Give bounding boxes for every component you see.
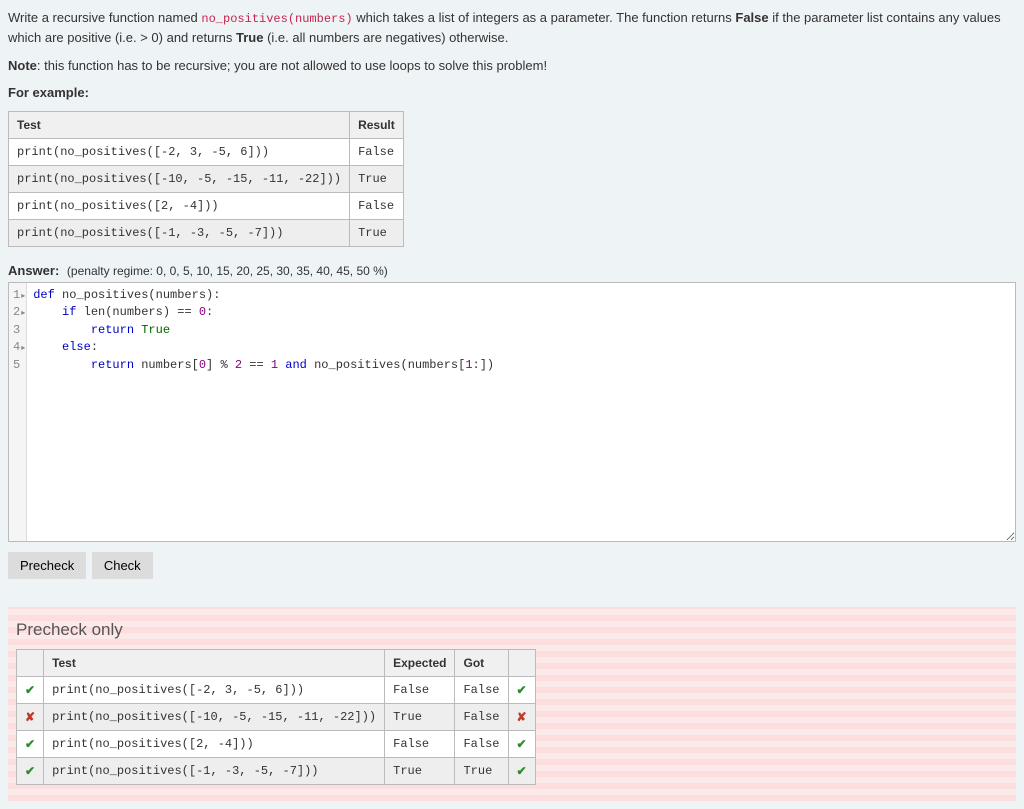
examples-table: Test Result print(no_positives([-2, 3, -… bbox=[8, 111, 404, 247]
result-test-cell: print(no_positives([-10, -5, -15, -11, -… bbox=[44, 703, 385, 730]
table-row: print(no_positives([-1, -3, -5, -7]))Tru… bbox=[9, 219, 404, 246]
code-editor[interactable]: 12345 def no_positives(numbers): if len(… bbox=[8, 282, 1016, 542]
example-test-cell: print(no_positives([-2, 3, -5, 6])) bbox=[9, 138, 350, 165]
note-line: Note: this function has to be recursive;… bbox=[8, 56, 1016, 76]
result-expected-cell: False bbox=[385, 676, 455, 703]
example-result-cell: False bbox=[350, 138, 404, 165]
editor-code-area[interactable]: def no_positives(numbers): if len(number… bbox=[27, 283, 1015, 541]
check-icon: ✔ bbox=[517, 683, 527, 697]
answer-line: Answer: (penalty regime: 0, 0, 5, 10, 15… bbox=[8, 261, 1016, 281]
check-icon: ✔ bbox=[25, 764, 35, 778]
penalty-regime: (penalty regime: 0, 0, 5, 10, 15, 20, 25… bbox=[67, 264, 388, 278]
table-row: print(no_positives([2, -4]))False bbox=[9, 192, 404, 219]
function-signature: no_positives(numbers) bbox=[201, 12, 352, 26]
results-header-status-left bbox=[17, 649, 44, 676]
result-expected-cell: True bbox=[385, 703, 455, 730]
result-got-cell: False bbox=[455, 730, 508, 757]
true-word: True bbox=[236, 30, 263, 45]
result-got-cell: True bbox=[455, 757, 508, 784]
table-row: ✔print(no_positives([2, -4]))FalseFalse✔ bbox=[17, 730, 536, 757]
result-expected-cell: False bbox=[385, 730, 455, 757]
result-got-cell: False bbox=[455, 703, 508, 730]
example-test-cell: print(no_positives([-10, -5, -15, -11, -… bbox=[9, 165, 350, 192]
example-test-cell: print(no_positives([-1, -3, -5, -7])) bbox=[9, 219, 350, 246]
table-row: ✔print(no_positives([-1, -3, -5, -7]))Tr… bbox=[17, 757, 536, 784]
cross-icon: ✘ bbox=[517, 710, 527, 724]
results-section: Precheck only Test Expected Got ✔ print(n… bbox=[8, 607, 1016, 801]
status-right-cell: ✔ bbox=[508, 757, 535, 784]
check-icon: ✔ bbox=[517, 764, 527, 778]
result-test-cell: print(no_positives([2, -4])) bbox=[44, 730, 385, 757]
check-icon: ✔ bbox=[517, 737, 527, 751]
prompt-intro-post: which takes a list of integers as a para… bbox=[353, 10, 736, 25]
examples-header-test: Test bbox=[9, 111, 350, 138]
results-header-got: Got bbox=[455, 649, 508, 676]
examples-header-result: Result bbox=[350, 111, 404, 138]
precheck-button[interactable]: Precheck bbox=[8, 552, 86, 579]
line-number: 5 bbox=[13, 357, 20, 374]
line-number: 4 bbox=[13, 339, 20, 356]
status-right-cell: ✔ bbox=[508, 730, 535, 757]
results-header-expected: Expected bbox=[385, 649, 455, 676]
editor-gutter: 12345 bbox=[9, 283, 27, 541]
check-icon: ✔ bbox=[25, 683, 35, 697]
prompt-intro-pre: Write a recursive function named bbox=[8, 10, 201, 25]
example-result-cell: True bbox=[350, 219, 404, 246]
note-label: Note bbox=[8, 58, 37, 73]
status-left-cell: ✔ bbox=[17, 676, 44, 703]
question-prompt: Write a recursive function named no_posi… bbox=[8, 8, 1016, 48]
button-row: Precheck Check bbox=[8, 552, 1016, 579]
cross-icon: ✘ bbox=[25, 710, 35, 724]
results-title: Precheck only bbox=[16, 617, 1008, 643]
note-text: : this function has to be recursive; you… bbox=[37, 58, 547, 73]
table-row: print(no_positives([-10, -5, -15, -11, -… bbox=[9, 165, 404, 192]
result-test-cell: print(no_positives([-1, -3, -5, -7])) bbox=[44, 757, 385, 784]
status-left-cell: ✘ bbox=[17, 703, 44, 730]
result-expected-cell: True bbox=[385, 757, 455, 784]
table-row: print(no_positives([-2, 3, -5, 6]))False bbox=[9, 138, 404, 165]
false-word: False bbox=[735, 10, 768, 25]
status-left-cell: ✔ bbox=[17, 757, 44, 784]
prompt-intro-tail: (i.e. all numbers are negatives) otherwi… bbox=[263, 30, 508, 45]
status-right-cell: ✔ bbox=[508, 676, 535, 703]
example-result-cell: True bbox=[350, 165, 404, 192]
result-test-cell: print(no_positives([-2, 3, -5, 6])) bbox=[44, 676, 385, 703]
results-table: Test Expected Got ✔ print(no_positives([-… bbox=[16, 649, 536, 785]
check-icon: ✔ bbox=[25, 737, 35, 751]
line-number: 1 bbox=[13, 287, 20, 304]
results-header-status-right bbox=[508, 649, 535, 676]
line-number: 2 bbox=[13, 304, 20, 321]
example-label: For example: bbox=[8, 83, 1016, 103]
results-header-test: Test bbox=[44, 649, 385, 676]
answer-label: Answer: bbox=[8, 263, 59, 278]
status-right-cell: ✘ bbox=[508, 703, 535, 730]
result-got-cell: False bbox=[455, 676, 508, 703]
status-left-cell: ✔ bbox=[17, 730, 44, 757]
table-row: ✔print(no_positives([-2, 3, -5, 6]))Fals… bbox=[17, 676, 536, 703]
line-number: 3 bbox=[13, 322, 20, 339]
example-result-cell: False bbox=[350, 192, 404, 219]
table-row: ✘ print(no_positives([-10, -5, -15, -11, … bbox=[17, 703, 536, 730]
check-button[interactable]: Check bbox=[92, 552, 153, 579]
example-test-cell: print(no_positives([2, -4])) bbox=[9, 192, 350, 219]
